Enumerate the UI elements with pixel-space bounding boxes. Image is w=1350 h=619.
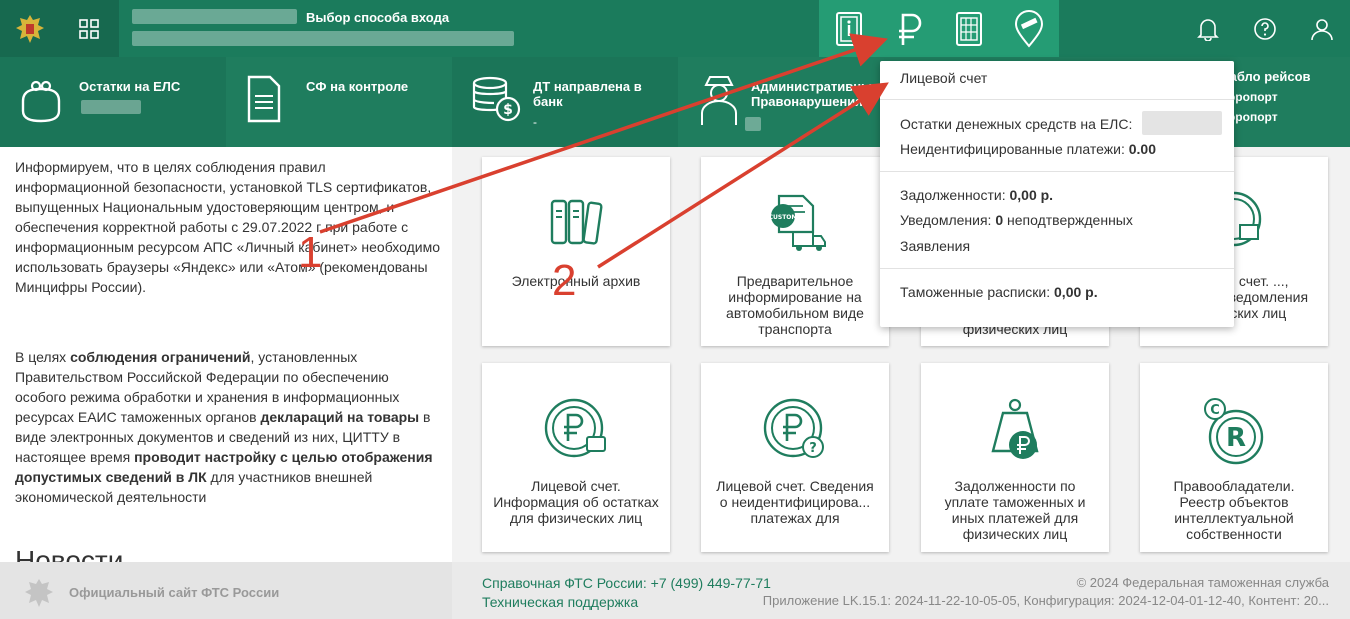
info-panel: Информируем, что в целях соблюдения прав…	[0, 147, 452, 562]
stat-label: ДТ направлена в банк	[533, 79, 642, 109]
purse-icon	[21, 80, 61, 123]
blurred-organization	[132, 31, 514, 46]
info-paragraph-2: В целях соблюдения ограничений, установл…	[15, 349, 433, 505]
eagle-emblem-icon	[15, 14, 44, 43]
tile-label: Предварительное информирование на автомо…	[726, 273, 864, 337]
tile-label: Лицевой счет. Сведения о неидентифициров…	[716, 478, 874, 526]
invoice-icon	[247, 75, 281, 123]
tile-preliminary-info[interactable]: CUSTOM Предварительное информирование на…	[701, 157, 889, 346]
custom-truck-icon: CUSTOM	[769, 194, 826, 251]
fts-logo[interactable]	[0, 0, 59, 57]
grid-icon	[79, 18, 99, 39]
tile-unidentified-payments[interactable]: ? Лицевой счет. Сведения о неидентифицир…	[701, 363, 889, 552]
blurred-balance-value	[1142, 111, 1222, 135]
dropdown-receipts[interactable]: Таможенные расписки: 0,00 р.	[900, 284, 1098, 300]
calculator-icon	[956, 11, 982, 46]
profile-button[interactable]	[1293, 0, 1350, 57]
stat-label: Табло рейсов	[1222, 69, 1311, 84]
stat-violations[interactable]: Административные Правонарушения	[678, 57, 879, 147]
stat-label: Остатки на ЕЛС	[79, 79, 181, 94]
stat-dt-bank[interactable]: $ ДТ направлена в банк -	[452, 57, 678, 147]
blurred-value	[81, 100, 141, 114]
info-document-button[interactable]	[819, 0, 879, 57]
ruble-icon	[899, 13, 922, 45]
tile-label: Правообладатели. Реестр объектов интелле…	[1173, 478, 1295, 542]
document-icon	[836, 11, 862, 46]
stat-els-balance[interactable]: Остатки на ЕЛС	[0, 57, 226, 147]
help-icon	[1254, 17, 1276, 40]
ruble-wallet-icon	[544, 398, 606, 458]
location-barrier-icon	[1014, 9, 1044, 48]
notifications-button[interactable]	[1180, 0, 1237, 57]
dropdown-notifications[interactable]: Уведомления: 0 неподтвержденных	[900, 212, 1133, 228]
help-button[interactable]	[1237, 0, 1294, 57]
dropdown-title[interactable]: Лицевой счет	[900, 70, 987, 86]
ruble-question-icon: ?	[763, 398, 824, 458]
blurred-user-name	[132, 9, 297, 24]
blurred-value	[745, 117, 761, 131]
user-icon	[1310, 18, 1333, 40]
officer-icon	[701, 76, 737, 125]
news-heading: Новости	[15, 545, 124, 562]
archive-binders-icon	[550, 199, 603, 245]
dropdown-applications[interactable]: Заявления	[900, 238, 970, 254]
stat-invoices[interactable]: СФ на контроле	[226, 57, 452, 147]
annotation-2: 2	[552, 256, 577, 305]
tile-account-balances[interactable]: Лицевой счет. Информация об остатках для…	[482, 363, 670, 552]
border-crossing-button[interactable]	[999, 0, 1059, 57]
helpline-link[interactable]: Справочная ФТС России: +7 (499) 449-77-7…	[482, 575, 771, 591]
svg-text:?: ?	[809, 441, 817, 456]
official-site-link[interactable]: Официальный сайт ФТС России	[69, 585, 279, 600]
footer-left: Официальный сайт ФТС России	[0, 562, 452, 619]
annotation-1: 1	[298, 228, 323, 277]
registered-trademark-icon: R C	[1204, 398, 1264, 465]
tile-right-holders[interactable]: R C Правообладатели. Реестр объектов инт…	[1140, 363, 1328, 552]
stat-label: СФ на контроле	[306, 79, 409, 94]
top-service-icons	[819, 0, 1059, 57]
bell-icon	[1197, 18, 1220, 41]
tile-electronic-archive[interactable]: Электронный архив	[482, 157, 670, 346]
tile-label: Задолженности по уплате таможенных и ины…	[944, 478, 1086, 542]
svg-text:CUSTOM: CUSTOM	[769, 214, 798, 221]
divider	[880, 171, 1234, 172]
svg-text:$: $	[503, 102, 513, 118]
divider	[880, 268, 1234, 269]
top-bar: Выбор способа входа	[0, 0, 1350, 57]
dropdown-balance[interactable]: Остатки денежных средств на ЕЛС:	[900, 116, 1132, 132]
stat-label: Административные Правонарушения	[751, 79, 880, 109]
svg-text:C: C	[1210, 403, 1220, 418]
coins-icon: $	[472, 76, 521, 122]
dropdown-unidentified[interactable]: Неидентифицированные платежи: 0.00	[900, 141, 1156, 157]
dropdown-debts[interactable]: Задолженности: 0,00 р.	[900, 187, 1053, 203]
tile-debts[interactable]: Задолженности по уплате таможенных и ины…	[921, 363, 1109, 552]
fts-emblem-icon	[25, 579, 53, 607]
stat-value: -	[533, 115, 537, 129]
version-info: Приложение LK.15.1: 2024-11-22-10-05-05,…	[762, 593, 1329, 608]
calculator-button[interactable]	[939, 0, 999, 57]
info-paragraph-1: Информируем, что в целях соблюдения прав…	[15, 159, 440, 295]
account-dropdown: Лицевой счет Остатки денежных средств на…	[880, 61, 1234, 327]
user-actions	[1180, 0, 1350, 57]
support-link[interactable]: Техническая поддержка	[482, 594, 638, 610]
tile-label: Лицевой счет. Информация об остатках для…	[493, 478, 659, 526]
login-method-title[interactable]: Выбор способа входа	[306, 10, 449, 25]
debt-weight-icon	[991, 398, 1039, 459]
divider	[880, 99, 1234, 100]
svg-text:R: R	[1226, 423, 1246, 453]
ruble-account-button[interactable]	[879, 0, 939, 57]
footer-right: Справочная ФТС России: +7 (499) 449-77-7…	[452, 562, 1350, 619]
copyright: © 2024 Федеральная таможенная служба	[1076, 575, 1329, 590]
apps-grid-button[interactable]	[59, 0, 119, 57]
